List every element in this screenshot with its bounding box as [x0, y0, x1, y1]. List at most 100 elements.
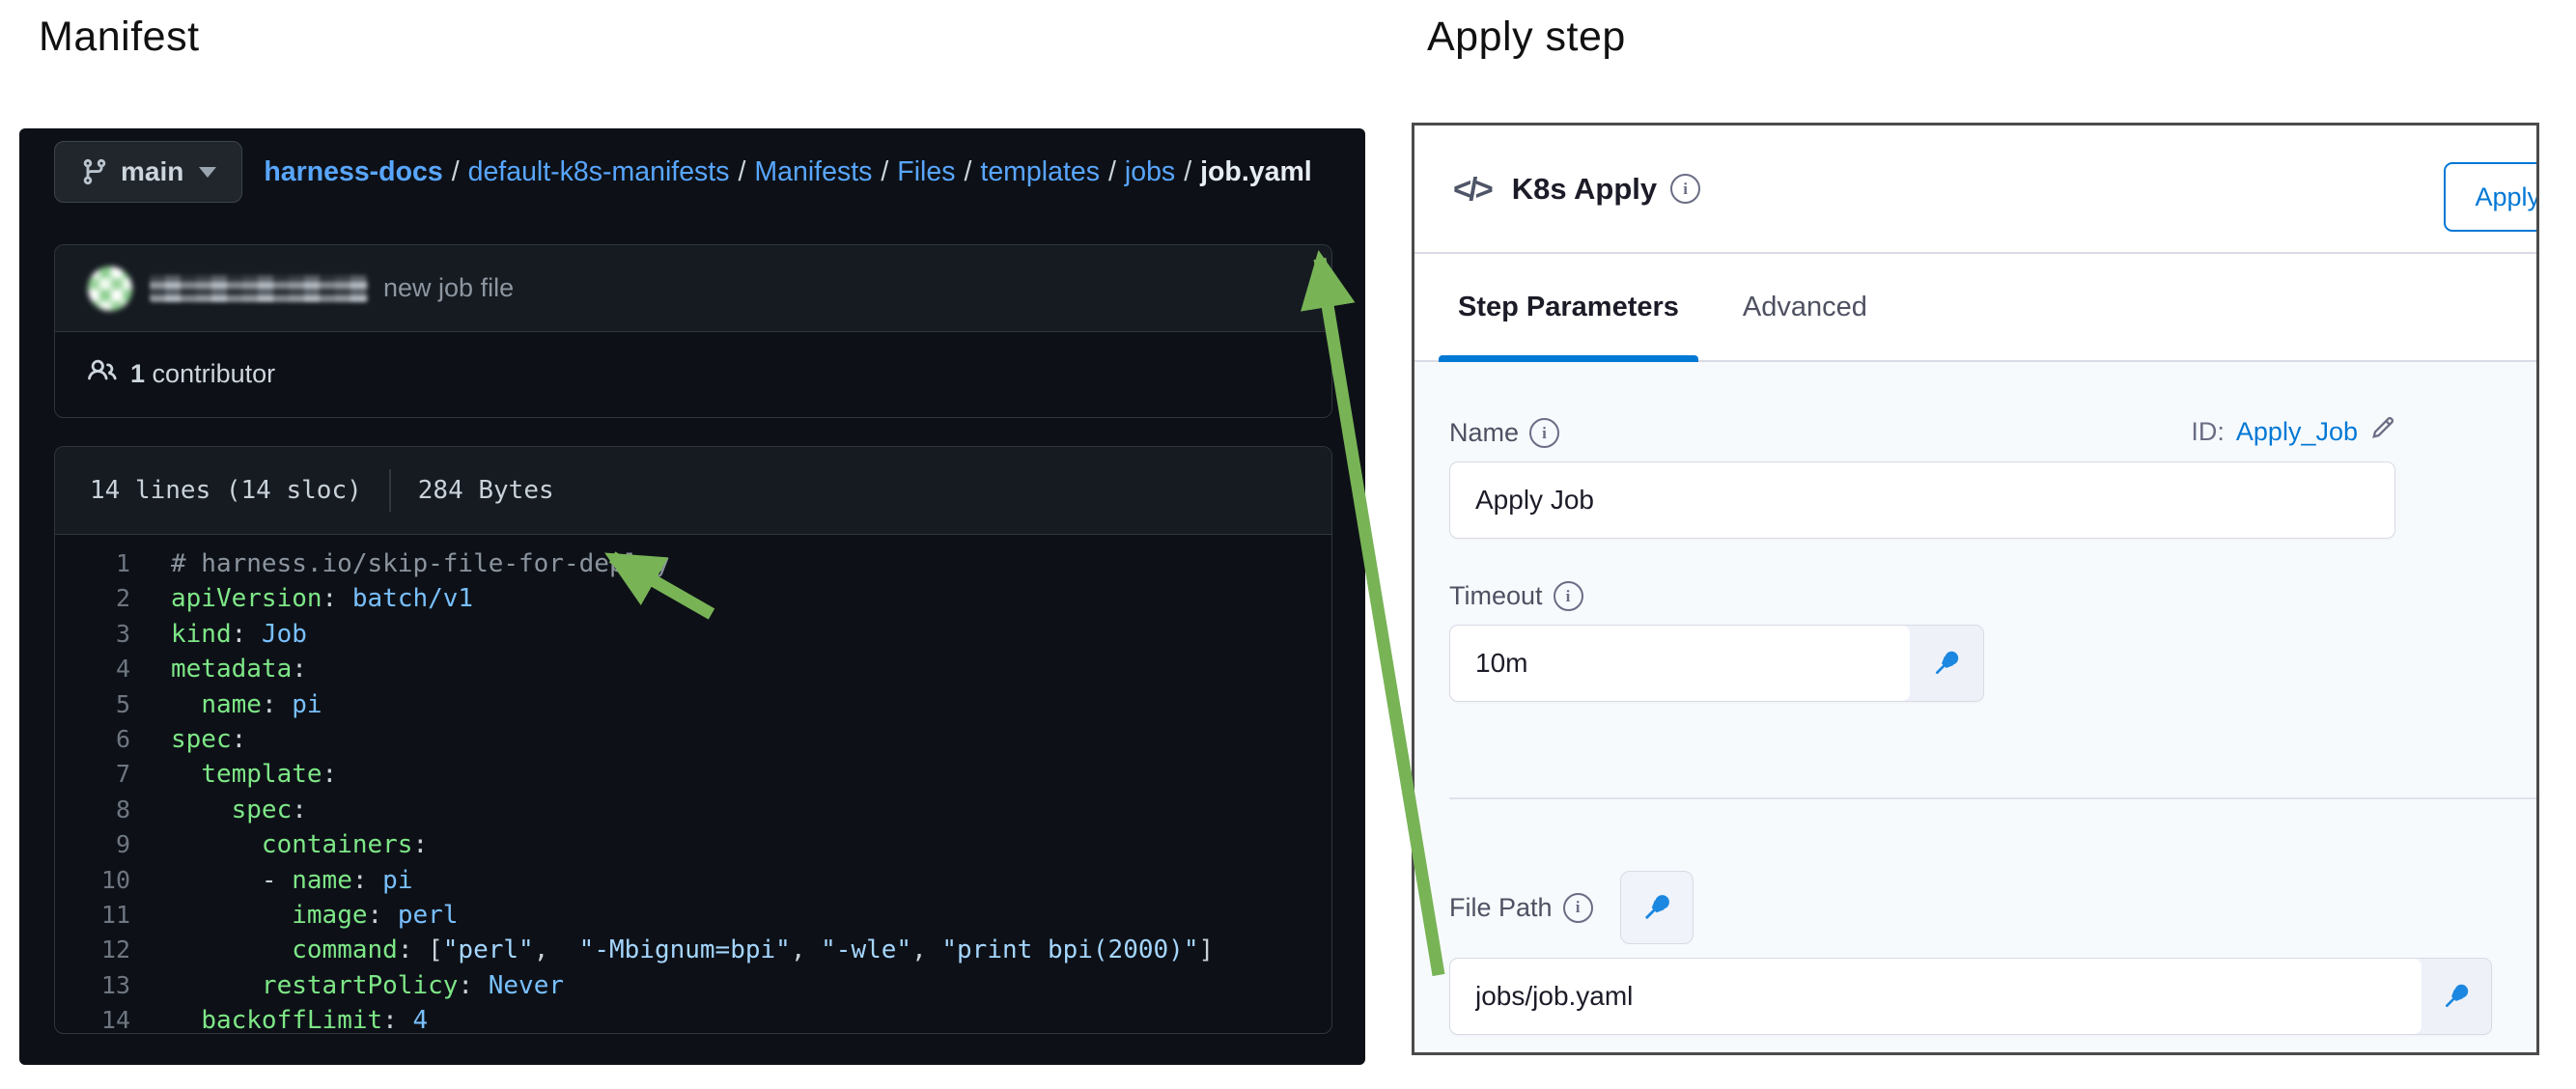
line-number[interactable]: 12 [55, 933, 130, 967]
branch-name: main [121, 156, 183, 187]
step-parameters-panel: Name i ID: Apply_Job Timeout i [1414, 362, 2536, 1050]
k8s-apply-step-card: </> K8s Apply i Apply Step Parameters Ad… [1412, 123, 2539, 1055]
latest-commit-box: new job file 1 contributor [54, 244, 1332, 418]
manifest-section-title: Manifest [39, 14, 200, 61]
code-step-icon: </> [1453, 171, 1491, 208]
name-label: Name [1449, 418, 1519, 448]
line-number[interactable]: 10 [55, 863, 130, 898]
file-path-input[interactable] [1450, 959, 2422, 1034]
file-content-viewer: 14 lines (14 sloc) 284 Bytes 1 # harness.… [54, 446, 1332, 1034]
breadcrumb-separator: / [729, 156, 754, 188]
timeout-info-icon[interactable]: i [1554, 581, 1583, 611]
name-input[interactable] [1449, 461, 2395, 539]
commit-message[interactable]: new job file [383, 273, 514, 303]
timeout-pin-icon[interactable] [1910, 626, 1983, 701]
github-file-browser: main harness-docs/default-k8s-manifests/… [19, 128, 1365, 1065]
file-meta-bar: 14 lines (14 sloc) 284 Bytes [55, 447, 1331, 535]
breadcrumb-link[interactable]: default-k8s-manifests [468, 156, 730, 188]
breadcrumb-separator: / [443, 156, 468, 188]
breadcrumb-separator: / [1175, 156, 1200, 188]
line-number[interactable]: 2 [55, 581, 130, 616]
code-text: spec: [171, 722, 246, 757]
code-line: 14 backoffLimit: 4 [55, 1003, 1331, 1034]
breadcrumb-link[interactable]: Manifests [754, 156, 872, 188]
code-listing: 1 # harness.io/skip-file-for-deploy2apiVe… [55, 535, 1331, 1034]
timeout-label: Timeout [1449, 581, 1543, 611]
breadcrumb-link[interactable]: templates [980, 156, 1100, 188]
line-number[interactable]: 8 [55, 793, 130, 827]
line-number[interactable]: 11 [55, 898, 130, 933]
contributors-text[interactable]: 1 contributor [130, 359, 275, 389]
code-line: 2apiVersion: batch/v1 [55, 581, 1331, 616]
code-line: 1 # harness.io/skip-file-for-deploy [55, 546, 1331, 581]
file-path-pin-icon[interactable] [2422, 959, 2491, 1034]
timeout-field-label-group: Timeout i [1449, 581, 2536, 611]
apply-step-section-title: Apply step [1427, 14, 1626, 61]
tab-advanced-label: Advanced [1743, 292, 1867, 323]
name-info-icon[interactable]: i [1529, 418, 1559, 448]
line-number[interactable]: 14 [55, 1003, 130, 1034]
breadcrumb-link[interactable]: harness-docs [264, 156, 442, 188]
apply-button[interactable]: Apply [2444, 162, 2539, 232]
code-text: restartPolicy: Never [171, 968, 564, 1003]
breadcrumb-link[interactable]: jobs [1125, 156, 1175, 188]
code-line: 13 restartPolicy: Never [55, 968, 1331, 1003]
breadcrumb: harness-docs/default-k8s-manifests/Manif… [264, 156, 1311, 188]
line-number[interactable]: 9 [55, 827, 130, 862]
line-number[interactable]: 7 [55, 757, 130, 792]
code-line: 9 containers: [55, 827, 1331, 862]
tab-step-parameters[interactable]: Step Parameters [1439, 254, 1698, 360]
tab-advanced[interactable]: Advanced [1723, 254, 1887, 360]
code-line: 8 spec: [55, 793, 1331, 827]
code-text: spec: [171, 793, 307, 827]
line-number[interactable]: 1 [55, 546, 130, 581]
code-text: command: ["perl", "-Mbignum=bpi", "-wle"… [171, 933, 1214, 967]
code-line: 10 - name: pi [55, 863, 1331, 898]
branch-selector-button[interactable]: main [54, 141, 242, 203]
step-info-icon[interactable]: i [1670, 174, 1700, 204]
code-line: 11 image: perl [55, 898, 1331, 933]
line-number[interactable]: 6 [55, 722, 130, 757]
step-tabs: Step Parameters Advanced [1414, 254, 2536, 362]
code-text: image: perl [171, 898, 458, 933]
line-number[interactable]: 3 [55, 617, 130, 652]
code-text: backoffLimit: 4 [171, 1003, 428, 1034]
file-navigation-bar: main harness-docs/default-k8s-manifests/… [54, 140, 1350, 204]
breadcrumb-separator: / [1100, 156, 1125, 188]
line-number[interactable]: 5 [55, 687, 130, 722]
contributors-row: 1 contributor [55, 331, 1331, 416]
people-icon [88, 356, 117, 392]
section-divider [1449, 797, 2536, 799]
edit-id-pencil-icon[interactable] [2369, 415, 2395, 448]
commit-row: new job file [55, 245, 1331, 331]
timeout-input[interactable] [1450, 626, 1910, 701]
id-value-link[interactable]: Apply_Job [2236, 417, 2358, 447]
name-field-row: Name i ID: Apply_Job [1449, 362, 2395, 448]
breadcrumb-separator: / [955, 156, 980, 188]
code-line: 5 name: pi [55, 687, 1331, 722]
line-number[interactable]: 4 [55, 652, 130, 686]
line-number[interactable]: 13 [55, 968, 130, 1003]
file-lines-info: 14 lines (14 sloc) [90, 476, 362, 505]
code-line: 4 metadata: [55, 652, 1331, 686]
file-size-info: 284 Bytes [418, 476, 554, 505]
file-path-input-group [1449, 958, 2492, 1035]
contributors-count: 1 [130, 359, 145, 388]
breadcrumb-link[interactable]: Files [897, 156, 955, 188]
tab-step-parameters-label: Step Parameters [1458, 292, 1679, 323]
contributors-label: contributor [153, 359, 276, 388]
step-id-group: ID: Apply_Job [2191, 415, 2395, 448]
code-text: metadata: [171, 652, 307, 686]
meta-divider [389, 469, 391, 512]
code-text: # harness.io/skip-file-for-deploy [171, 546, 670, 581]
avatar[interactable] [88, 266, 132, 311]
name-field-label-group: Name i [1449, 418, 1559, 448]
file-path-info-icon[interactable]: i [1563, 893, 1593, 923]
code-text: - name: pi [171, 863, 412, 898]
file-path-label-group: File Path i [1449, 893, 1593, 923]
file-path-pin-button[interactable] [1620, 871, 1694, 944]
step-title: K8s Apply [1512, 172, 1657, 207]
file-path-label-row: File Path i [1449, 871, 2536, 944]
code-text: template: [171, 757, 337, 792]
breadcrumb-current-file: job.yaml [1200, 156, 1312, 188]
